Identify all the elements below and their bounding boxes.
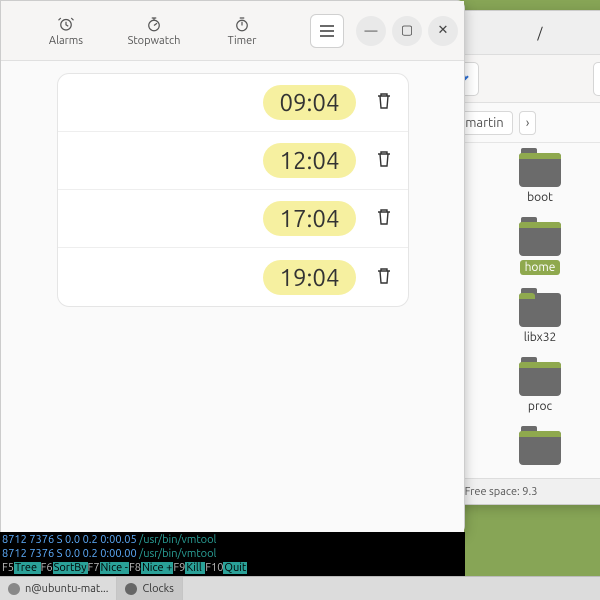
clock-row[interactable]: 12:04 [58, 132, 408, 190]
clocks-header: Alarms Stopwatch Timer — ▢ ✕ [1, 1, 464, 61]
trash-icon [376, 92, 392, 110]
clocks-body: 09:04 12:04 17:04 19:04 [1, 61, 464, 533]
world-clock-card: 09:04 12:04 17:04 19:04 [57, 73, 409, 307]
trash-icon [376, 208, 392, 226]
time-pill: 12:04 [263, 143, 355, 178]
folder-item[interactable]: boot [519, 153, 561, 204]
clock-row[interactable]: 19:04 [58, 248, 408, 306]
delete-button[interactable] [372, 88, 396, 117]
clock-row[interactable]: 09:04 [58, 74, 408, 132]
terminal-output[interactable]: 8712 7376 S 0.0 0.2 0:00.05 /usr/bin/vmt… [0, 532, 465, 576]
close-button[interactable]: ✕ [428, 16, 458, 46]
folder-item[interactable] [519, 431, 561, 465]
tab-timer[interactable]: Timer [203, 6, 281, 56]
delete-button[interactable] [372, 146, 396, 175]
clocks-icon [125, 583, 137, 595]
breadcrumb-next[interactable]: › [519, 111, 537, 135]
folder-icon [519, 153, 561, 187]
alarm-icon [57, 15, 75, 33]
open-folder-button[interactable] [593, 62, 600, 96]
taskbar-item-terminal[interactable]: n@ubuntu-mat... [0, 577, 117, 600]
trash-icon [376, 267, 392, 285]
time-pill: 09:04 [263, 85, 355, 120]
tab-alarms[interactable]: Alarms [27, 6, 105, 56]
timer-icon [233, 15, 251, 33]
minimize-button[interactable]: — [356, 16, 386, 46]
folder-icon [519, 431, 561, 465]
delete-button[interactable] [372, 204, 396, 233]
maximize-button[interactable]: ▢ [392, 16, 422, 46]
folder-item[interactable]: home [519, 222, 561, 275]
folder-icon [519, 222, 561, 256]
delete-button[interactable] [372, 263, 396, 292]
trash-icon [376, 150, 392, 168]
tab-stopwatch[interactable]: Stopwatch [115, 6, 193, 56]
terminal-icon [8, 583, 20, 595]
taskbar-item-clocks[interactable]: Clocks [117, 577, 183, 600]
clocks-window: Alarms Stopwatch Timer — ▢ ✕ 09:04 [0, 0, 465, 534]
time-pill: 19:04 [263, 260, 355, 295]
taskbar: n@ubuntu-mat... Clocks [0, 576, 600, 600]
folder-item[interactable]: proc [519, 362, 561, 413]
time-pill: 17:04 [263, 201, 355, 236]
folder-icon [519, 293, 561, 327]
folder-item[interactable]: libx32 [519, 293, 561, 344]
stopwatch-icon [145, 15, 163, 33]
folder-icon [519, 362, 561, 396]
menu-button[interactable] [310, 14, 344, 48]
hamburger-icon [319, 24, 335, 38]
clock-row[interactable]: 17:04 [58, 190, 408, 248]
